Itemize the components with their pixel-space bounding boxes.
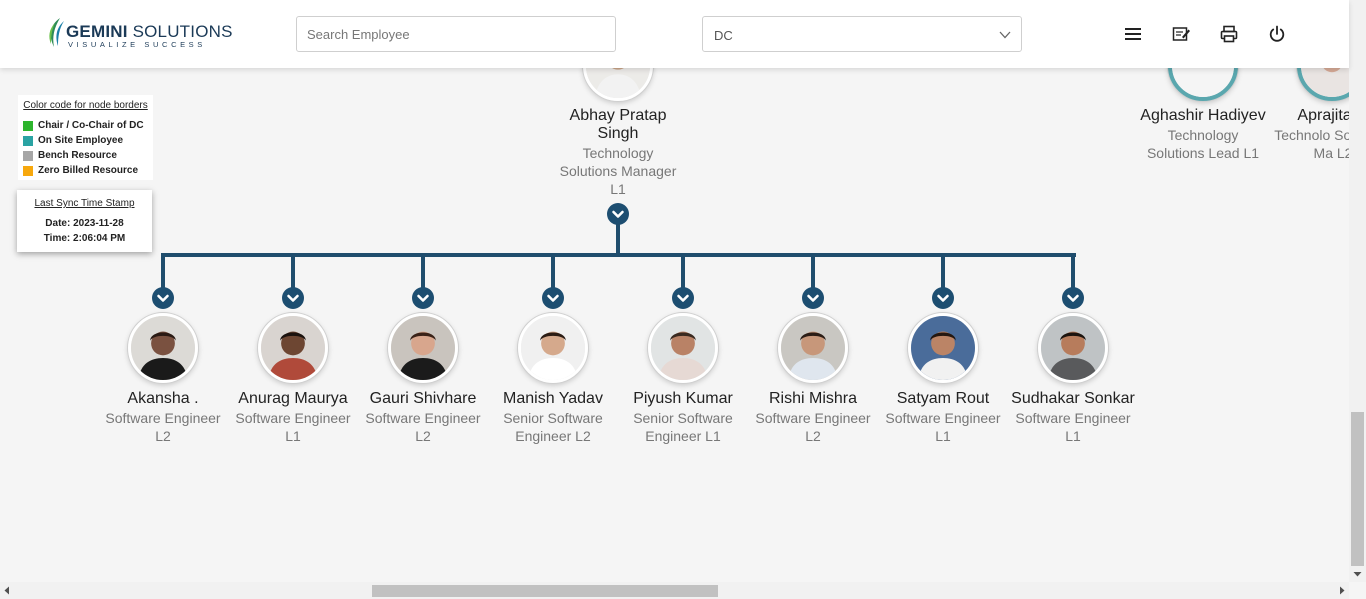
employee-name: Piyush Kumar bbox=[633, 390, 733, 407]
employee-role: Software Engineer L2 bbox=[755, 410, 871, 444]
expand-node-button[interactable] bbox=[1062, 287, 1084, 309]
employee-node[interactable]: Rishi Mishra Software Engineer L2 bbox=[748, 390, 878, 445]
legend-item: Bench Resource bbox=[23, 148, 148, 163]
connector-line bbox=[811, 256, 815, 288]
employee-name: Anurag Maurya bbox=[238, 390, 348, 407]
employee-node[interactable]: Gauri Shivhare Software Engineer L2 bbox=[358, 390, 488, 445]
employee-role: Software Engineer L1 bbox=[235, 410, 351, 444]
expand-node-button[interactable] bbox=[152, 287, 174, 309]
expand-node-button[interactable] bbox=[932, 287, 954, 309]
chevron-down-icon bbox=[612, 210, 624, 218]
employee-node[interactable]: Manish Yadav Senior Software Engineer L2 bbox=[488, 390, 618, 445]
scroll-down-icon[interactable] bbox=[1353, 570, 1362, 578]
employee-name: Akansha . bbox=[127, 390, 199, 407]
employee-role: Software Engineer L1 bbox=[885, 410, 1001, 444]
last-sync-panel: Last Sync Time Stamp Date: 2023-11-28 Ti… bbox=[17, 190, 152, 252]
horizontal-scroll-thumb[interactable] bbox=[372, 585, 718, 597]
gemini-logo[interactable]: GEMINI SOLUTIONS VISUALIZE SUCCESS bbox=[46, 17, 232, 51]
connector-line bbox=[291, 256, 295, 288]
employee-avatar[interactable] bbox=[648, 313, 718, 383]
legend-swatch bbox=[23, 165, 33, 176]
leaf-logo-icon bbox=[49, 18, 64, 47]
connector-line bbox=[161, 256, 165, 288]
peer-node[interactable]: Aghashir Hadiyev Technology Solutions Le… bbox=[1138, 107, 1268, 162]
node-border-legend: Color code for node borders Chair / Co-C… bbox=[18, 95, 153, 180]
legend-title: Color code for node borders bbox=[23, 100, 148, 111]
employee-avatar[interactable] bbox=[128, 313, 198, 383]
employee-name: Sudhakar Sonkar bbox=[1011, 390, 1135, 407]
employee-role: Senior Software Engineer L2 bbox=[503, 410, 603, 444]
connector-line bbox=[1071, 256, 1075, 288]
vertical-scroll-thumb[interactable] bbox=[1351, 412, 1364, 566]
chevron-down-icon bbox=[807, 294, 819, 302]
employee-name: Rishi Mishra bbox=[768, 390, 857, 407]
legend-swatch bbox=[23, 120, 33, 131]
sync-date: Date: 2023-11-28 bbox=[45, 218, 124, 229]
scroll-left-icon[interactable] bbox=[3, 586, 11, 595]
chevron-down-icon bbox=[999, 31, 1011, 39]
chevron-down-icon bbox=[547, 294, 559, 302]
menu-icon[interactable] bbox=[1123, 24, 1143, 44]
dc-select[interactable]: DC bbox=[702, 16, 1022, 52]
manager-role: Technology Solutions Manager L1 bbox=[559, 145, 677, 197]
power-icon[interactable] bbox=[1267, 24, 1287, 44]
expand-node-button[interactable] bbox=[282, 287, 304, 309]
employee-name: Gauri Shivhare bbox=[369, 390, 477, 407]
sync-time: Time: 2:06:04 PM bbox=[43, 233, 126, 244]
expand-node-button[interactable] bbox=[542, 287, 564, 309]
sync-title: Last Sync Time Stamp bbox=[34, 198, 135, 209]
print-icon[interactable] bbox=[1219, 24, 1239, 44]
top-header: GEMINI SOLUTIONS VISUALIZE SUCCESS DC bbox=[0, 0, 1349, 68]
employee-role: Software Engineer L2 bbox=[365, 410, 481, 444]
legend-item: On Site Employee bbox=[23, 133, 148, 148]
chevron-down-icon bbox=[677, 294, 689, 302]
employee-avatar[interactable] bbox=[518, 313, 588, 383]
legend-item: Chair / Co-Chair of DC bbox=[23, 118, 148, 133]
peer-name: Aghashir Hadiyev bbox=[1140, 107, 1266, 124]
notes-icon[interactable] bbox=[1171, 24, 1191, 44]
expand-node-button[interactable] bbox=[672, 287, 694, 309]
manager-node[interactable]: Abhay Pratap Singh Technology Solutions … bbox=[553, 107, 683, 198]
employee-node[interactable]: Sudhakar Sonkar Software Engineer L1 bbox=[1008, 390, 1138, 445]
scroll-right-icon[interactable] bbox=[1338, 586, 1346, 595]
manager-name: Abhay Pratap Singh bbox=[569, 107, 667, 142]
employee-node[interactable]: Anurag Maurya Software Engineer L1 bbox=[228, 390, 358, 445]
connector-line bbox=[551, 256, 555, 288]
chevron-down-icon bbox=[1067, 294, 1079, 302]
collapse-manager-button[interactable] bbox=[607, 203, 629, 225]
legend-swatch bbox=[23, 150, 33, 161]
connector-line bbox=[681, 256, 685, 288]
dc-select-value: DC bbox=[714, 28, 733, 43]
employee-name: Satyam Rout bbox=[896, 390, 990, 407]
employee-role: Senior Software Engineer L1 bbox=[633, 410, 733, 444]
employee-name: Manish Yadav bbox=[503, 390, 603, 407]
chevron-down-icon bbox=[287, 294, 299, 302]
employee-avatar[interactable] bbox=[908, 313, 978, 383]
connector-line bbox=[161, 253, 1076, 257]
employee-avatar[interactable] bbox=[258, 313, 328, 383]
chevron-down-icon bbox=[417, 294, 429, 302]
employee-avatar[interactable] bbox=[778, 313, 848, 383]
logo-tagline: VISUALIZE SUCCESS bbox=[68, 40, 206, 49]
chevron-down-icon bbox=[937, 294, 949, 302]
connector-line bbox=[941, 256, 945, 288]
search-employee-input[interactable] bbox=[296, 16, 616, 52]
connector-line bbox=[421, 256, 425, 288]
legend-item: Zero Billed Resource bbox=[23, 163, 148, 178]
expand-node-button[interactable] bbox=[802, 287, 824, 309]
peer-role: Technology Solutions Lead L1 bbox=[1146, 127, 1260, 161]
employee-avatar[interactable] bbox=[388, 313, 458, 383]
logo-name: GEMINI SOLUTIONS bbox=[66, 22, 233, 41]
employee-role: Software Engineer L2 bbox=[105, 410, 221, 444]
chevron-down-icon bbox=[157, 294, 169, 302]
employee-avatar[interactable] bbox=[1038, 313, 1108, 383]
employee-node[interactable]: Piyush Kumar Senior Software Engineer L1 bbox=[618, 390, 748, 445]
expand-node-button[interactable] bbox=[412, 287, 434, 309]
employee-node[interactable]: Akansha . Software Engineer L2 bbox=[98, 390, 228, 445]
employee-node[interactable]: Satyam Rout Software Engineer L1 bbox=[878, 390, 1008, 445]
employee-role: Software Engineer L1 bbox=[1015, 410, 1131, 444]
legend-swatch bbox=[23, 135, 33, 146]
